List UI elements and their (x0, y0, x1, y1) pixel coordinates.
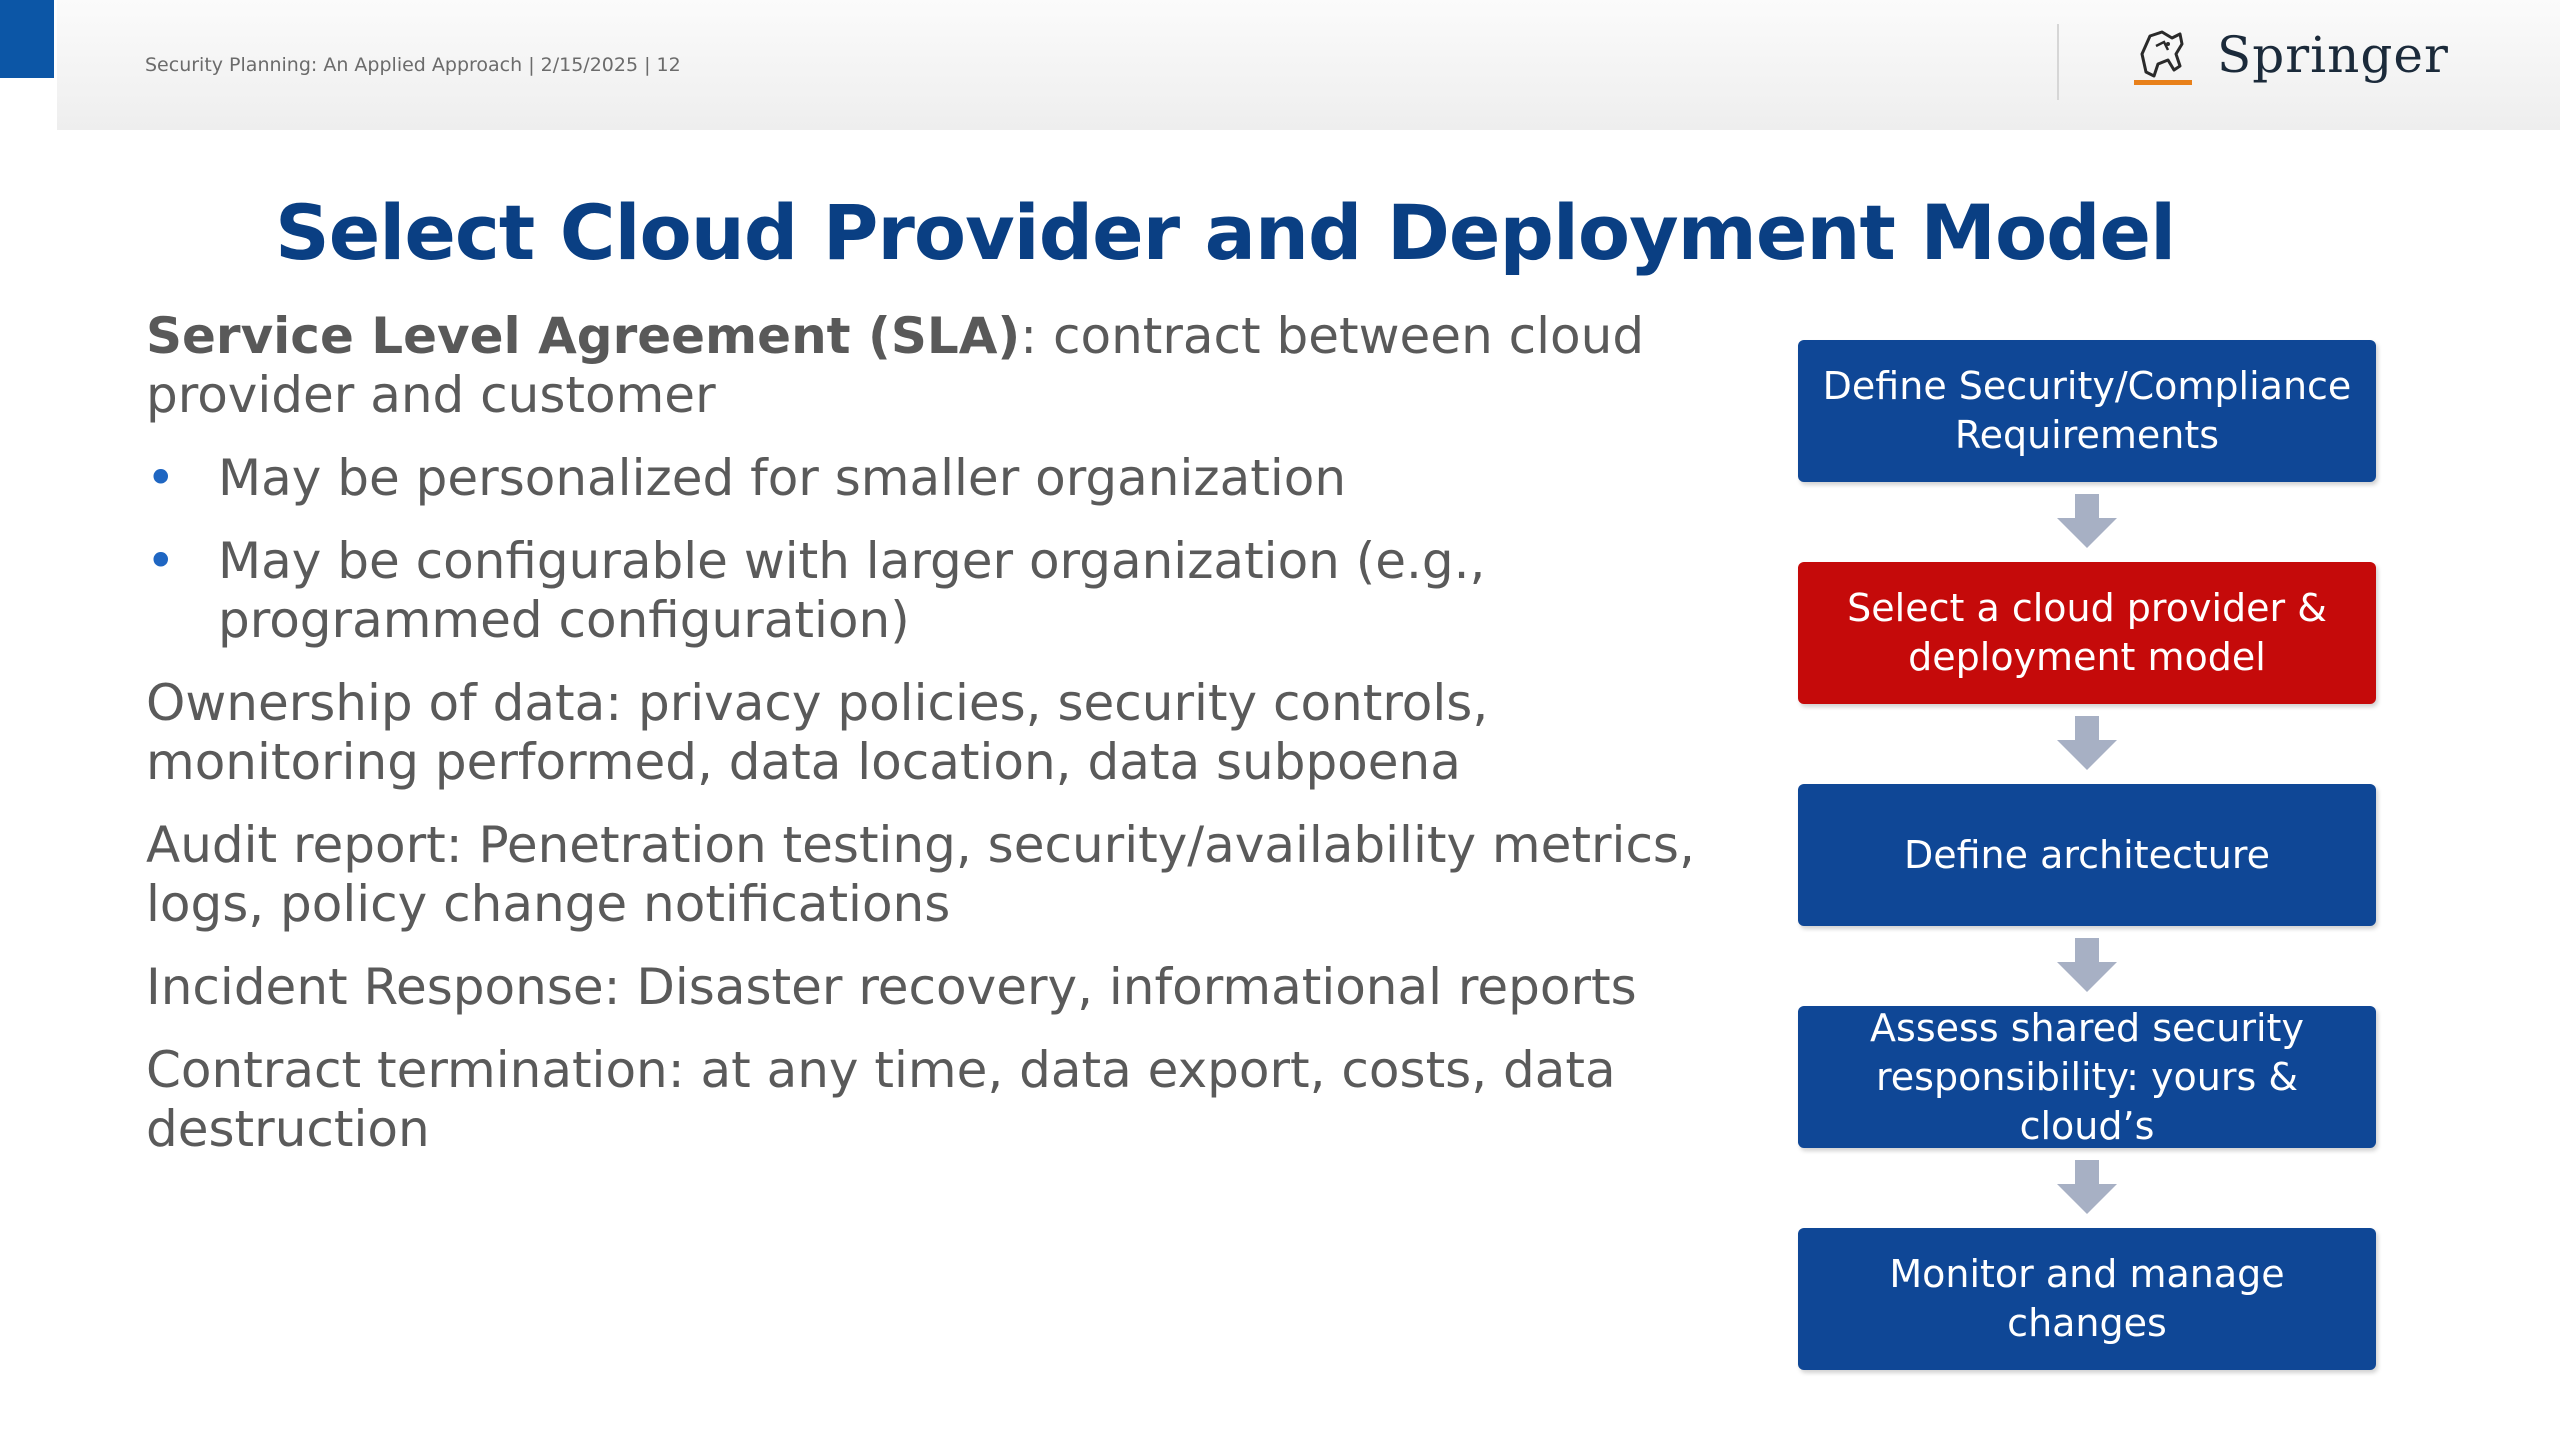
flow-step-architecture: Define architecture (1798, 784, 2376, 926)
bullet-dot-icon: • (146, 532, 176, 590)
flow-step-select-provider: Select a cloud provider & deployment mod… (1798, 562, 2376, 704)
header-divider (2057, 24, 2059, 100)
down-arrow-icon (2057, 938, 2117, 992)
corner-accent-block (0, 0, 54, 78)
sla-term: Service Level Agreement (SLA) (146, 307, 1021, 365)
bullet-text: May be personalized for smaller organiza… (218, 449, 1347, 507)
bullet-item: • May be configurable with larger organi… (146, 532, 1706, 650)
bullet-item: • May be personalized for smaller organi… (146, 449, 1706, 508)
slide-title: Select Cloud Provider and Deployment Mod… (275, 188, 2176, 277)
down-arrow-icon (2057, 494, 2117, 548)
ownership-paragraph: Ownership of data: privacy policies, sec… (146, 674, 1489, 791)
bullet-text: May be configurable with larger organiza… (218, 532, 1486, 649)
down-arrow-icon (2057, 716, 2117, 770)
termination-paragraph: Contract termination: at any time, data … (146, 1041, 1616, 1158)
flow-step-shared-responsibility: Assess shared security responsibility: y… (1798, 1006, 2376, 1148)
flow-step-requirements: Define Security/Compliance Requirements (1798, 340, 2376, 482)
down-arrow-icon (2057, 1160, 2117, 1214)
slide-content: Service Level Agreement (SLA): contract … (146, 307, 1706, 1183)
springer-logo-text: Springer (2217, 26, 2449, 84)
springer-horse-icon (2134, 30, 2192, 85)
header-footer-text: Security Planning: An Applied Approach |… (145, 54, 681, 76)
incident-paragraph: Incident Response: Disaster recovery, in… (146, 958, 1637, 1016)
audit-paragraph: Audit report: Penetration testing, secur… (146, 816, 1695, 933)
bullet-dot-icon: • (146, 449, 176, 507)
flow-step-monitor: Monitor and manage changes (1798, 1228, 2376, 1370)
sla-paragraph: Service Level Agreement (SLA): contract … (146, 307, 1706, 425)
